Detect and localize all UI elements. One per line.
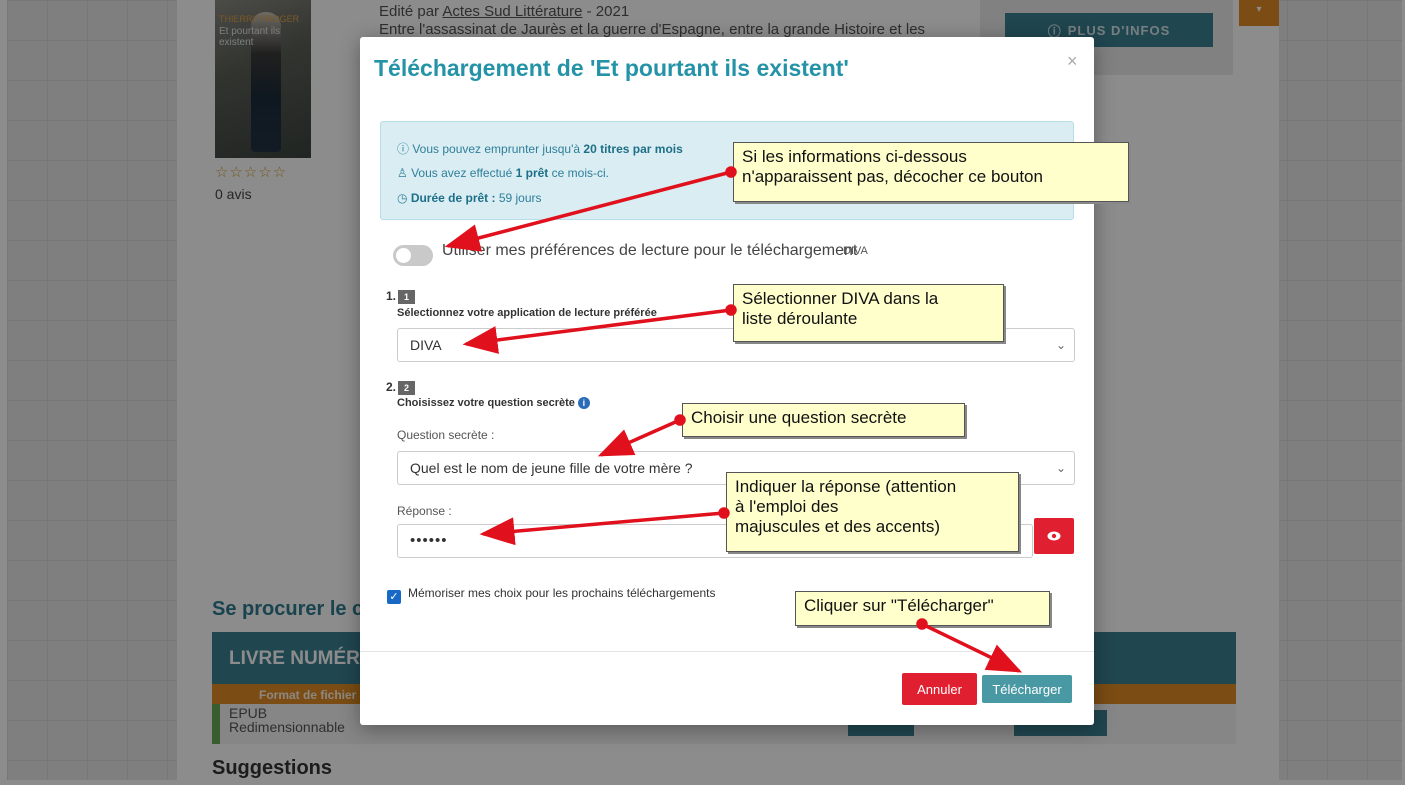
download-button[interactable]: Télécharger <box>982 675 1072 703</box>
step-1-badge: 1 <box>398 289 416 304</box>
loan-duration-label: Durée de prêt : <box>410 191 496 205</box>
loan-limit-text: ⓘ Vous pouvez emprunter jusqu'à <box>397 142 584 156</box>
callout-click-download: Cliquer sur "Télécharger" <box>795 591 1050 626</box>
callout-choose-question: Choisir une question secrète <box>682 403 965 437</box>
modal-title: Téléchargement de 'Et pourtant ils exist… <box>374 55 849 81</box>
step-2-label: Choisissez votre question secrète i <box>397 397 590 410</box>
chevron-down-icon: ⌄ <box>1055 461 1066 475</box>
step-1-label: Sélectionnez votre application de lectur… <box>397 307 657 319</box>
answer-label: Réponse : <box>397 504 452 518</box>
callout-uncheck-toggle: Si les informations ci-dessous n'apparai… <box>733 142 1129 202</box>
loans-done-text: ♙ Vous avez effectué <box>397 166 516 180</box>
question-label: Question secrète : <box>397 428 495 442</box>
step-1-number: 1. 1 <box>386 289 416 304</box>
step-1-num: 1. <box>386 289 397 303</box>
info-icon[interactable]: i <box>577 397 590 410</box>
eye-icon <box>1047 531 1061 541</box>
reading-app-value: DIVA <box>410 337 442 353</box>
loans-done-suffix: ce mois-ci. <box>548 166 609 180</box>
loans-done-line: ♙ Vous avez effectué 1 prêt ce mois-ci. <box>397 166 609 180</box>
secret-question-value: Quel est le nom de jeune fille de votre … <box>410 460 693 476</box>
callout-select-diva: Sélectionner DIVA dans la liste déroulan… <box>733 284 1004 342</box>
loan-duration-line: ◷ Durée de prêt : 59 jours <box>397 191 542 205</box>
step-2-num: 2. <box>386 380 397 394</box>
remember-choices-label: Mémoriser mes choix pour les prochains t… <box>408 586 716 600</box>
callout-enter-answer: Indiquer la réponse (attention à l'emplo… <box>726 472 1019 552</box>
step-2-number: 2. 2 <box>386 380 416 395</box>
close-icon[interactable]: × <box>1067 51 1078 72</box>
show-password-button[interactable] <box>1034 518 1074 554</box>
clock-icon: ◷ <box>397 191 411 205</box>
loan-duration-value: 59 jours <box>495 191 542 205</box>
toggle-knob <box>396 248 411 263</box>
reading-preferences-label: Utiliser mes préférences de lecture pour… <box>442 242 858 259</box>
cancel-button[interactable]: Annuler <box>902 673 977 705</box>
loan-limit-value: 20 titres par mois <box>583 142 683 156</box>
remember-choices-checkbox[interactable]: ✓ <box>387 590 401 604</box>
preferred-app-label: DIVA <box>843 245 868 257</box>
loan-limit-line: ⓘ Vous pouvez emprunter jusqu'à 20 titre… <box>397 140 683 157</box>
chevron-down-icon: ⌄ <box>1055 338 1066 352</box>
reading-preferences-toggle[interactable] <box>393 245 433 266</box>
modal-divider <box>360 651 1094 652</box>
loans-done-value: 1 prêt <box>515 166 549 180</box>
step-2-badge: 2 <box>398 380 416 395</box>
step-2-label-text: Choisissez votre question secrète <box>397 397 575 409</box>
